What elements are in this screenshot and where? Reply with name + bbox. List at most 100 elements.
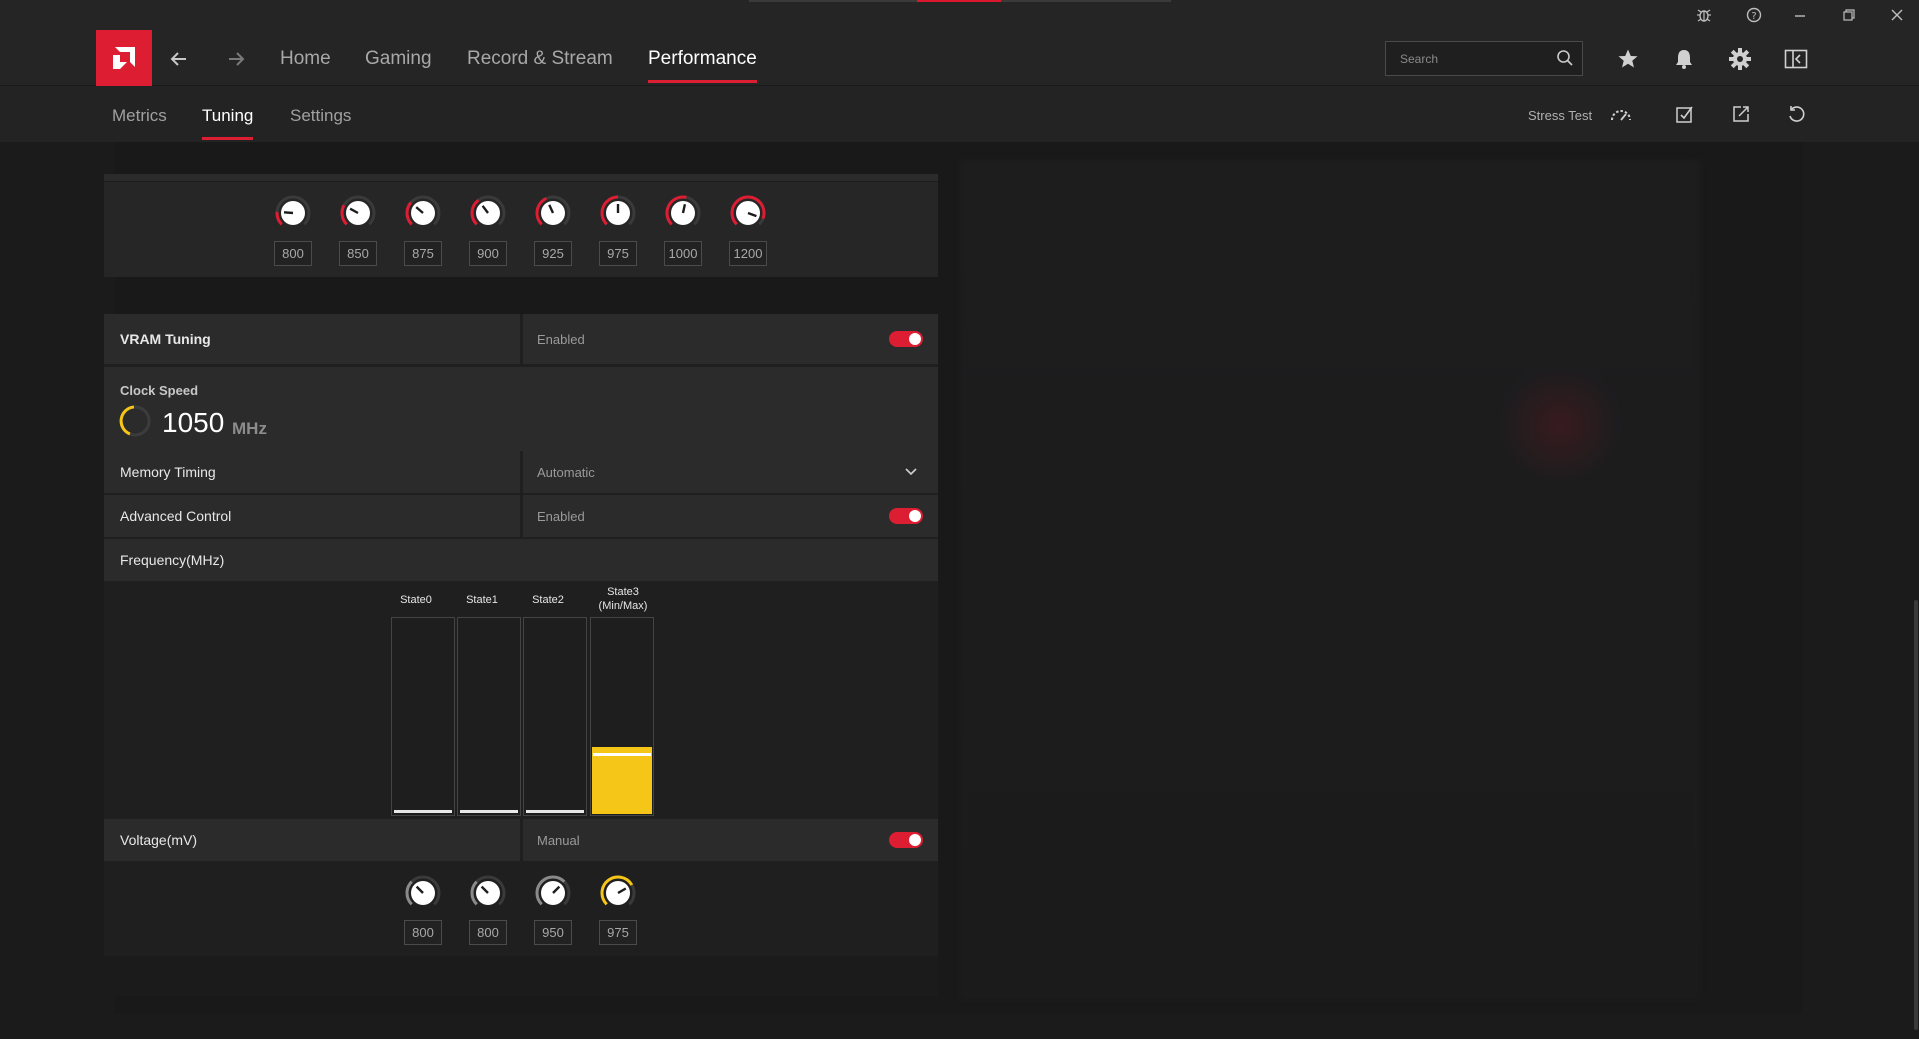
help-icon[interactable]: ? <box>1743 4 1765 26</box>
clock-gauge-icon <box>119 405 151 437</box>
frequency-label: Frequency(MHz) <box>104 539 938 581</box>
memory-timing-row: Memory Timing Automatic <box>104 451 938 493</box>
state3-sublabel: (Min/Max) <box>598 600 648 612</box>
top-voltage-knob-3[interactable] <box>470 195 506 236</box>
frequency-row: Frequency(MHz) <box>104 539 938 581</box>
tab-metrics[interactable]: Metrics <box>112 106 167 126</box>
advanced-control-value: Enabled <box>537 508 585 524</box>
state1-baseline <box>460 810 518 813</box>
top-voltage-knob-7[interactable] <box>730 195 766 236</box>
close-icon[interactable] <box>1886 4 1908 26</box>
vram-tuning-toggle[interactable] <box>889 331 923 347</box>
top-voltage-knob-4[interactable] <box>535 195 571 236</box>
vram-voltage-knob-0[interactable] <box>405 875 441 916</box>
forward-arrow-icon[interactable] <box>221 44 251 74</box>
chevron-down-icon[interactable] <box>904 465 918 479</box>
state0-bar[interactable] <box>391 617 455 816</box>
vram-voltage-value-box-0[interactable]: 800 <box>404 920 442 945</box>
top-voltage-value-box-5[interactable]: 975 <box>599 241 637 266</box>
clock-speed-value: 1050 <box>162 407 225 438</box>
vram-voltage-value-box-3[interactable]: 975 <box>599 920 637 945</box>
advanced-control-row: Advanced Control Enabled <box>104 495 938 537</box>
stress-test-label[interactable]: Stress Test <box>1528 108 1592 123</box>
search-input[interactable] <box>1386 42 1546 75</box>
voltage-label: Voltage(mV) <box>104 819 520 861</box>
state0-label: State0 <box>400 594 432 606</box>
gear-icon[interactable] <box>1725 44 1755 74</box>
top-voltage-value-box-2[interactable]: 875 <box>404 241 442 266</box>
back-arrow-icon[interactable] <box>164 44 194 74</box>
advanced-control-status: Enabled <box>523 495 938 537</box>
blurred-side-panel <box>960 160 1700 1000</box>
amd-logo-icon[interactable] <box>96 30 152 86</box>
vram-voltage-knob-1[interactable] <box>470 875 506 916</box>
tab-settings[interactable]: Settings <box>290 106 351 126</box>
search-icon[interactable] <box>1556 49 1574 72</box>
bell-icon[interactable] <box>1669 44 1699 74</box>
clock-speed-unit: MHz <box>232 419 267 438</box>
top-voltage-value-box-1[interactable]: 850 <box>339 241 377 266</box>
vram-tuning-row: VRAM Tuning Enabled <box>104 314 938 364</box>
stress-gauge-icon[interactable] <box>1608 101 1634 127</box>
memory-timing-label: Memory Timing <box>104 451 520 493</box>
state0-baseline <box>394 810 452 813</box>
voltage-toggle[interactable] <box>889 832 923 848</box>
minimize-icon[interactable] <box>1789 4 1811 26</box>
top-voltage-knob-5[interactable] <box>600 195 636 236</box>
top-voltage-value-box-0[interactable]: 800 <box>274 241 312 266</box>
state3-fill <box>592 747 652 814</box>
state2-label: State2 <box>532 594 564 606</box>
export-icon[interactable] <box>1728 101 1754 127</box>
advanced-control-toggle[interactable] <box>889 508 923 524</box>
top-voltage-knob-1[interactable] <box>340 195 376 236</box>
state3-bar[interactable] <box>590 617 654 816</box>
state1-label: State1 <box>466 594 498 606</box>
main-navigation: Home Gaming Record & Stream Performance <box>0 30 1919 86</box>
top-voltage-value-box-3[interactable]: 900 <box>469 241 507 266</box>
vram-tuning-status: Enabled <box>523 314 938 364</box>
nav-record-stream[interactable]: Record & Stream <box>467 48 613 70</box>
gpu-voltage-panel <box>104 174 938 277</box>
voltage-row: Voltage(mV) Manual <box>104 819 938 861</box>
top-voltage-knob-2[interactable] <box>405 195 441 236</box>
tab-tuning[interactable]: Tuning <box>202 106 254 140</box>
top-voltage-value-box-7[interactable]: 1200 <box>729 241 767 266</box>
vram-tuning-panel: VRAM Tuning Enabled Clock Speed 1050 MHz… <box>104 314 938 956</box>
title-indicator-active <box>917 0 1001 2</box>
checklist-icon[interactable] <box>1672 101 1698 127</box>
top-voltage-knob-0[interactable] <box>275 195 311 236</box>
memory-timing-dropdown[interactable]: Automatic <box>523 451 938 493</box>
sidebar-toggle-icon[interactable] <box>1781 44 1811 74</box>
advanced-control-label: Advanced Control <box>104 495 520 537</box>
vram-voltage-value-box-2[interactable]: 950 <box>534 920 572 945</box>
nav-home[interactable]: Home <box>280 48 331 70</box>
star-icon[interactable] <box>1613 44 1643 74</box>
vram-tuning-status-text: Enabled <box>537 331 585 347</box>
state2-bar[interactable] <box>523 617 587 816</box>
title-bar: ? <box>0 0 1919 30</box>
top-voltage-value-box-6[interactable]: 1000 <box>664 241 702 266</box>
top-voltage-value-box-4[interactable]: 925 <box>534 241 572 266</box>
top-voltage-knob-6[interactable] <box>665 195 701 236</box>
state3-label: State3 (Min/Max) <box>591 585 655 613</box>
panel-footer-space <box>104 956 938 996</box>
search-box[interactable] <box>1385 41 1583 76</box>
vram-voltage-knob-2[interactable] <box>535 875 571 916</box>
clock-speed-label: Clock Speed <box>120 383 199 398</box>
restore-icon[interactable] <box>1838 4 1860 26</box>
nav-gaming[interactable]: Gaming <box>365 48 432 70</box>
state2-baseline <box>526 810 584 813</box>
voltage-mode-text: Manual <box>537 832 580 848</box>
svg-text:?: ? <box>1751 11 1756 22</box>
state3-name: State3 <box>607 586 639 598</box>
nav-performance[interactable]: Performance <box>648 48 757 83</box>
vram-voltage-knob-3[interactable] <box>600 875 636 916</box>
reset-icon[interactable] <box>1783 101 1809 127</box>
scrollbar[interactable] <box>1914 600 1918 1030</box>
voltage-mode: Manual <box>523 819 938 861</box>
state1-bar[interactable] <box>457 617 521 816</box>
clock-speed-block: Clock Speed 1050 MHz <box>104 367 938 451</box>
bug-icon[interactable] <box>1693 4 1715 26</box>
state3-handle[interactable] <box>593 753 651 756</box>
vram-voltage-value-box-1[interactable]: 800 <box>469 920 507 945</box>
